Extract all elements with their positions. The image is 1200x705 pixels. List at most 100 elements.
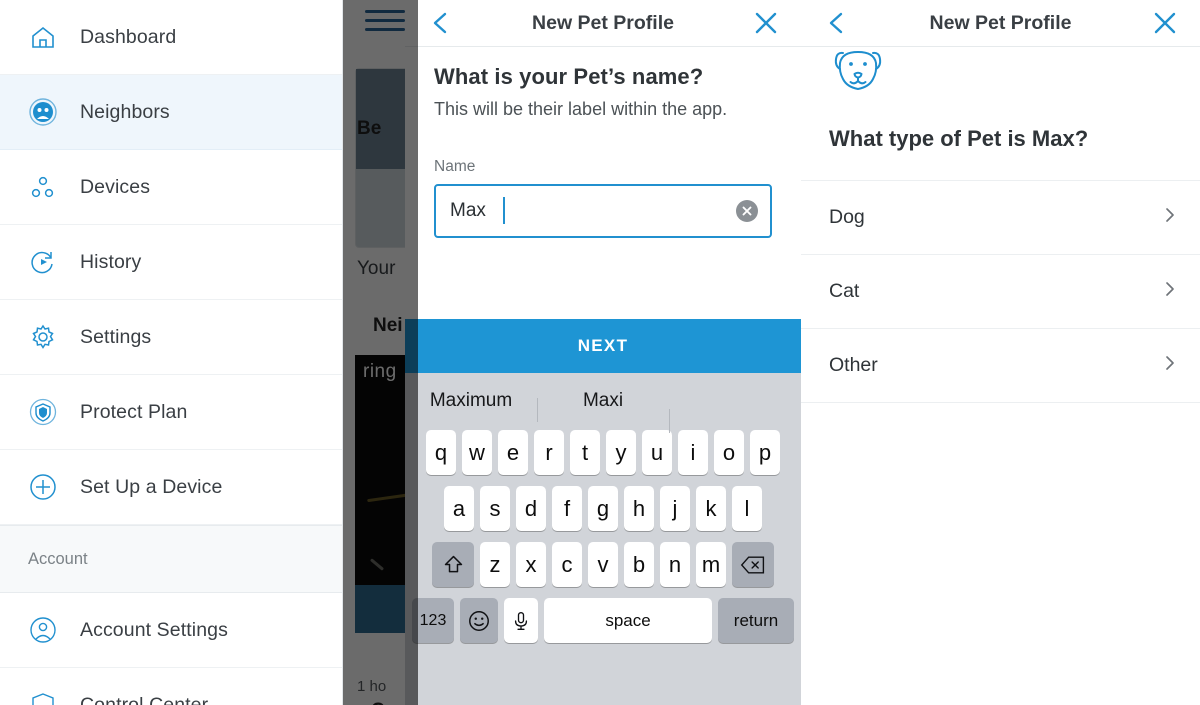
clear-circle-icon[interactable] xyxy=(736,200,758,222)
key-m[interactable]: m xyxy=(696,542,726,587)
chevron-right-icon xyxy=(1162,355,1178,376)
list-item-label: Other xyxy=(829,354,878,376)
sidebar-section-account: Account xyxy=(0,525,342,593)
key-p[interactable]: p xyxy=(750,430,780,475)
key-e[interactable]: e xyxy=(498,430,528,475)
emoji-icon[interactable] xyxy=(460,598,498,643)
sidebar-item-control-center[interactable]: Control Center xyxy=(0,668,342,705)
page-title: What type of Pet is Max? xyxy=(829,126,1089,151)
sidebar-item-label: Set Up a Device xyxy=(80,475,223,498)
key-w[interactable]: w xyxy=(462,430,492,475)
keyboard-suggestion-bar: Maximum Maxi xyxy=(405,373,801,433)
control-center-icon xyxy=(28,690,58,705)
modal-title: New Pet Profile xyxy=(532,11,674,34)
sidebar-item-label: Protect Plan xyxy=(80,400,188,423)
key-j[interactable]: j xyxy=(660,486,690,531)
modal-header-right: New Pet Profile xyxy=(801,0,1200,47)
text-cursor xyxy=(503,197,505,224)
neighbors-icon xyxy=(28,97,58,127)
key-s[interactable]: s xyxy=(480,486,510,531)
sidebar-item-neighbors[interactable]: Neighbors xyxy=(0,75,342,150)
microphone-icon[interactable] xyxy=(504,598,538,643)
close-icon[interactable] xyxy=(1148,6,1182,40)
key-i[interactable]: i xyxy=(678,430,708,475)
pet-type-option-dog[interactable]: Dog xyxy=(801,181,1200,255)
pet-type-option-other[interactable]: Other xyxy=(801,329,1200,403)
new-pet-profile-name-screen: New Pet Profile What is your Pet’s name?… xyxy=(405,0,801,705)
background-app-panel: Be Your Nei ring 1 ho Co xyxy=(343,0,418,705)
history-icon xyxy=(28,247,58,277)
person-icon xyxy=(28,615,58,645)
key-v[interactable]: v xyxy=(588,542,618,587)
keyboard-row-3: z x c v b n m xyxy=(405,542,801,587)
numbers-key[interactable]: 123 xyxy=(412,598,454,643)
keyboard-row-4: 123 space return xyxy=(405,598,801,643)
sidebar: Dashboard Neighbors Devices History Sett… xyxy=(0,0,343,705)
chevron-right-icon xyxy=(1162,281,1178,302)
next-button[interactable]: NEXT xyxy=(405,319,801,373)
name-input[interactable] xyxy=(434,184,772,238)
key-d[interactable]: d xyxy=(516,486,546,531)
chevron-left-icon[interactable] xyxy=(821,7,853,39)
key-b[interactable]: b xyxy=(624,542,654,587)
list-item-label: Cat xyxy=(829,280,860,302)
pet-type-option-cat[interactable]: Cat xyxy=(801,255,1200,329)
shield-icon xyxy=(28,397,58,427)
close-icon[interactable] xyxy=(749,6,783,40)
sidebar-item-dashboard[interactable]: Dashboard xyxy=(0,0,342,75)
sidebar-item-settings[interactable]: Settings xyxy=(0,300,342,375)
key-n[interactable]: n xyxy=(660,542,690,587)
sidebar-item-label: Settings xyxy=(80,325,152,348)
key-x[interactable]: x xyxy=(516,542,546,587)
chevron-right-icon xyxy=(1162,207,1178,228)
sidebar-item-label: Neighbors xyxy=(80,100,170,123)
backspace-icon[interactable] xyxy=(732,542,774,587)
suggestion-item[interactable]: Maximum xyxy=(405,390,537,412)
modal-scrim xyxy=(343,0,418,705)
modal-header-middle: New Pet Profile xyxy=(405,0,801,47)
list-item-label: Dog xyxy=(829,206,865,228)
sidebar-item-protect-plan[interactable]: Protect Plan xyxy=(0,375,342,450)
gear-icon xyxy=(28,322,58,352)
key-k[interactable]: k xyxy=(696,486,726,531)
name-field-label: Name xyxy=(434,158,476,175)
key-c[interactable]: c xyxy=(552,542,582,587)
key-o[interactable]: o xyxy=(714,430,744,475)
key-g[interactable]: g xyxy=(588,486,618,531)
suggestion-item[interactable]: Maxi xyxy=(537,390,669,422)
key-y[interactable]: y xyxy=(606,430,636,475)
keyboard-row-1: q w e r t y u i o p xyxy=(405,430,801,475)
key-f[interactable]: f xyxy=(552,486,582,531)
sidebar-item-label: Account Settings xyxy=(80,618,228,641)
new-pet-profile-type-screen: New Pet Profile What type of Pet is Max? xyxy=(801,0,1200,705)
sidebar-item-label: Devices xyxy=(80,175,151,198)
key-l[interactable]: l xyxy=(732,486,762,531)
return-key[interactable]: return xyxy=(718,598,794,643)
sidebar-item-set-up-a-device[interactable]: Set Up a Device xyxy=(0,450,342,525)
sidebar-item-account-settings[interactable]: Account Settings xyxy=(0,593,342,668)
key-h[interactable]: h xyxy=(624,486,654,531)
key-a[interactable]: a xyxy=(444,486,474,531)
space-key[interactable]: space xyxy=(544,598,712,643)
key-r[interactable]: r xyxy=(534,430,564,475)
sidebar-item-history[interactable]: History xyxy=(0,225,342,300)
key-u[interactable]: u xyxy=(642,430,672,475)
plus-circle-icon xyxy=(28,472,58,502)
page-subtitle: This will be their label within the app. xyxy=(434,99,728,119)
screen-root: Dashboard Neighbors Devices History Sett… xyxy=(0,0,1200,705)
modal-title: New Pet Profile xyxy=(929,11,1072,34)
shift-icon[interactable] xyxy=(432,542,474,587)
keyboard-row-2: a s d f g h j k l xyxy=(405,486,801,531)
sidebar-item-devices[interactable]: Devices xyxy=(0,150,342,225)
key-t[interactable]: t xyxy=(570,430,600,475)
key-z[interactable]: z xyxy=(480,542,510,587)
sidebar-item-label: Dashboard xyxy=(80,25,177,48)
chevron-left-icon[interactable] xyxy=(425,7,457,39)
name-field-wrapper xyxy=(434,184,772,238)
devices-icon xyxy=(28,172,58,202)
page-title: What is your Pet’s name? xyxy=(434,64,704,89)
sidebar-item-label: Control Center xyxy=(80,693,209,705)
dog-head-icon xyxy=(829,51,887,99)
sidebar-item-label: History xyxy=(80,250,142,273)
key-q[interactable]: q xyxy=(426,430,456,475)
